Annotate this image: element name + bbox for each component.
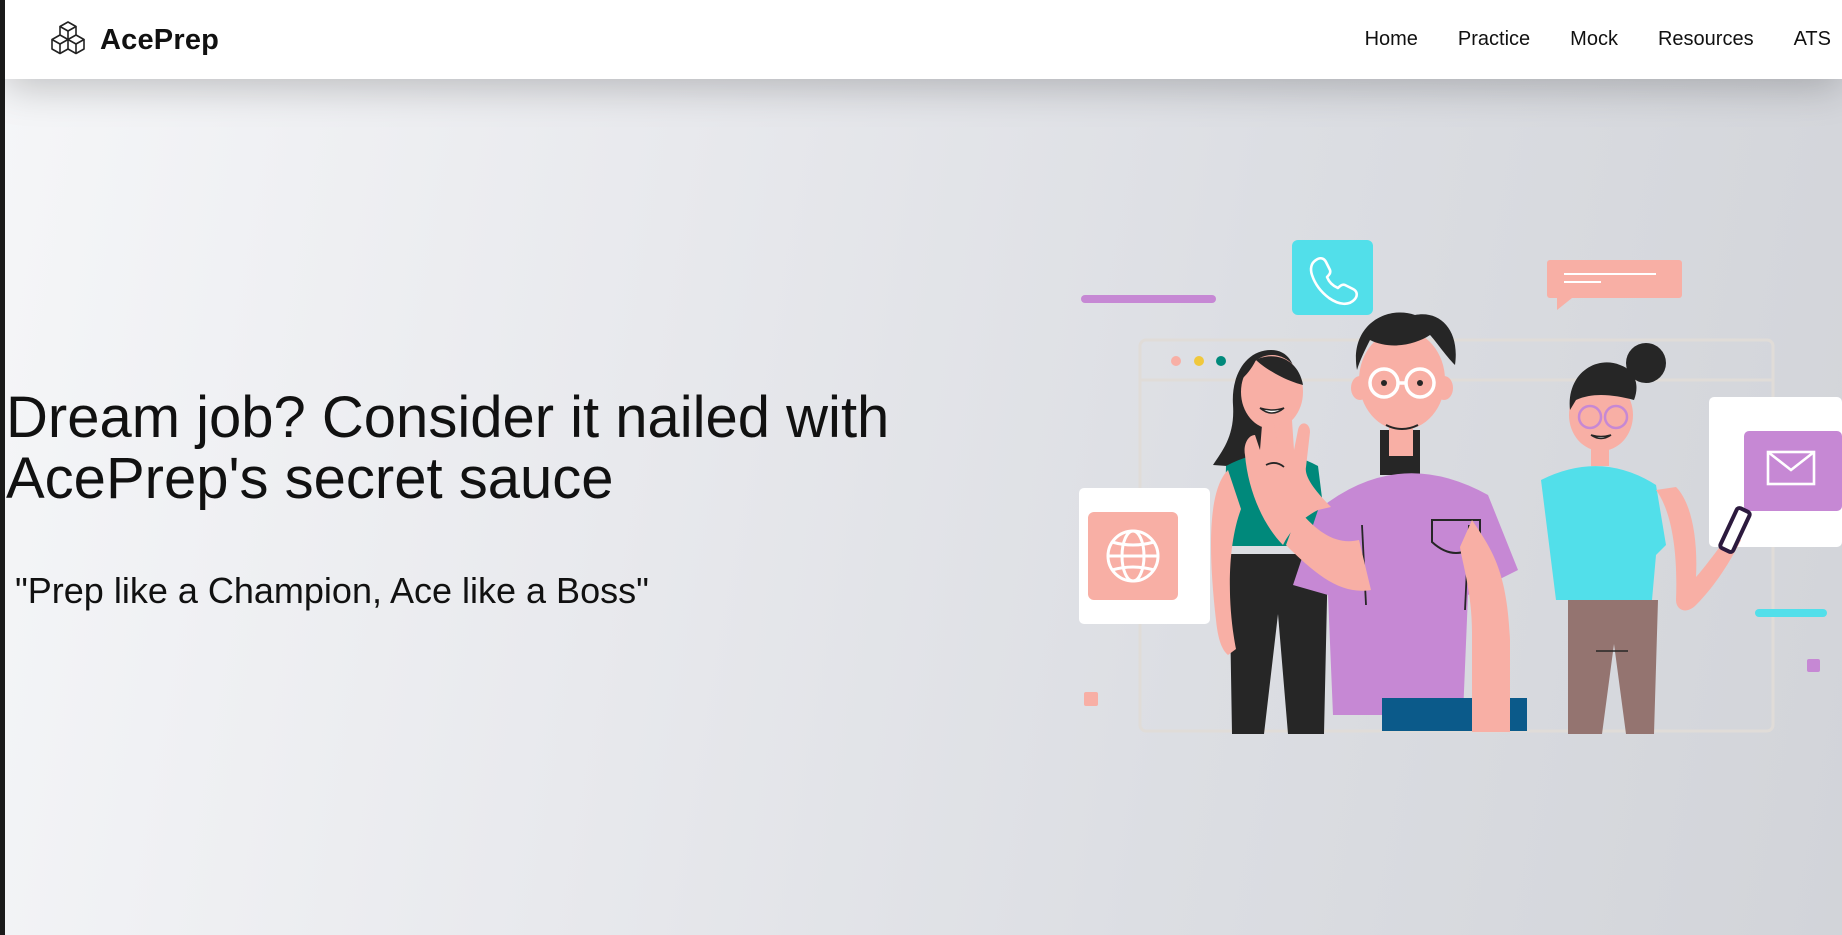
three-people-waving-illustration <box>1079 240 1842 734</box>
hero-tagline: "Prep like a Champion, Ace like a Boss" <box>15 570 649 611</box>
page: AcePrep Home Practice Mock Resources ATS… <box>5 0 1842 935</box>
decor-bar-cyan <box>1755 609 1827 617</box>
decor-dot-purple <box>1807 659 1820 672</box>
hero-headline-line2: AcePrep's secret sauce <box>6 446 614 511</box>
nav-practice[interactable]: Practice <box>1458 28 1530 51</box>
chat-bubble-icon <box>1547 260 1682 310</box>
nav-resources[interactable]: Resources <box>1658 28 1754 51</box>
nav-home[interactable]: Home <box>1365 28 1418 51</box>
nav-menu: Home Practice Mock Resources ATS <box>1325 0 1831 79</box>
nav-mock[interactable]: Mock <box>1570 28 1618 51</box>
navbar: AcePrep Home Practice Mock Resources ATS <box>5 0 1842 79</box>
hero-headline-line1: Dream job? Consider it nailed with <box>6 385 890 450</box>
phone-icon <box>1292 240 1373 315</box>
brand[interactable]: AcePrep <box>48 18 219 62</box>
brand-name: AcePrep <box>100 23 220 56</box>
globe-icon <box>1079 488 1210 624</box>
nav-ats[interactable]: ATS <box>1794 28 1831 51</box>
decor-dot-salmon <box>1084 692 1098 706</box>
cubes-logo-icon <box>51 21 85 55</box>
hero-headline: Dream job? Consider it nailed with AcePre… <box>6 387 1006 509</box>
decor-bar-purple <box>1081 295 1216 303</box>
